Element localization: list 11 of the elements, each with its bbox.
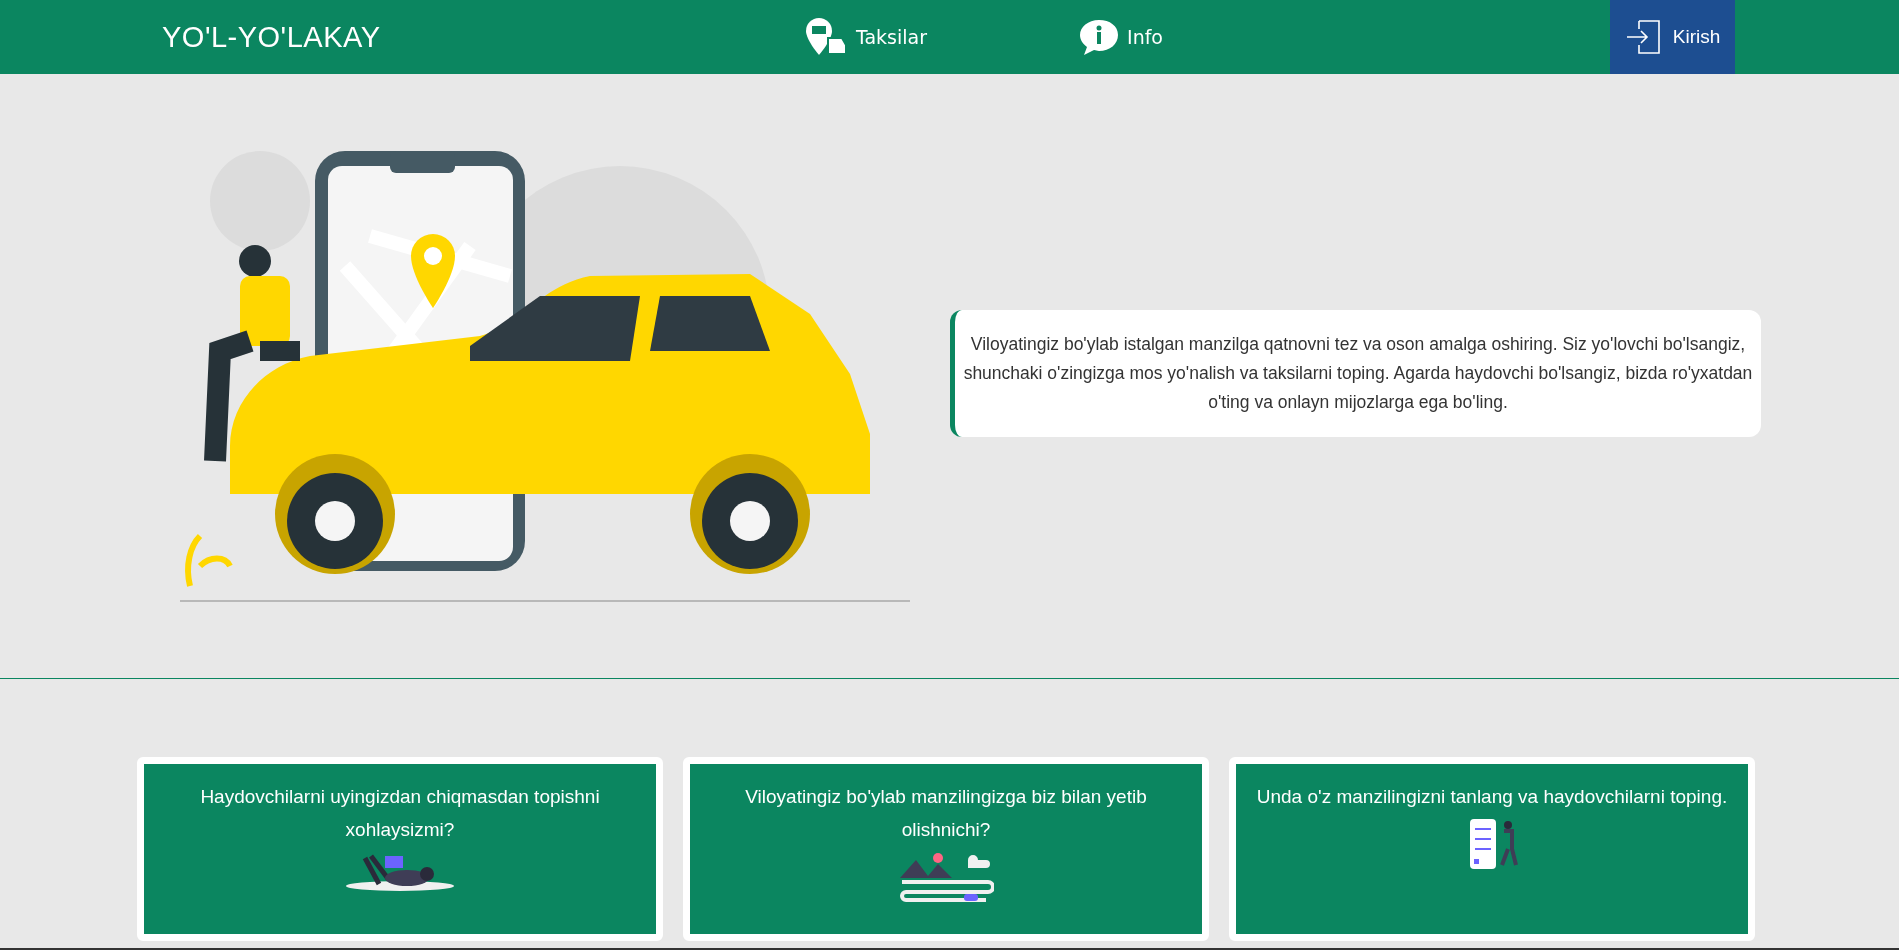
winding-road-icon xyxy=(898,850,994,902)
card-text: Viloyatingiz bo'ylab manzilingizga biz bilan yetib olishnichi? xyxy=(744,785,1148,842)
taxi-pin-icon xyxy=(806,18,848,56)
card-text: Unda o'z manzilingizni tanlang va haydovchilarni toping. xyxy=(1256,785,1728,809)
nav-link[interactable]: Info xyxy=(1079,18,1163,56)
site-logo[interactable]: YO'L-YO'LAKAY xyxy=(162,20,806,54)
intro-paragraph: Viloyatingiz bo'ylab istalgan manzilga qatnovni tez va oson amalga oshiring. Siz yo'lovchi bo'lsangiz, shunchaki o'zingizga mos yo'nalish va taksilarni toping. Agarda haydovchi bo'lsangiz, bizda ro'yxatdan o'ting va onlayn mijozlarga ega bo'ling. xyxy=(950,309,1761,437)
login-button[interactable]: Kirish xyxy=(1610,0,1735,74)
info-bubble-icon xyxy=(1079,18,1120,56)
card-text: Haydovchilarni uyingizdan chiqmasdan topishni xohlaysizmi? xyxy=(199,785,601,842)
nav-link[interactable]: Taksilar xyxy=(806,18,928,56)
